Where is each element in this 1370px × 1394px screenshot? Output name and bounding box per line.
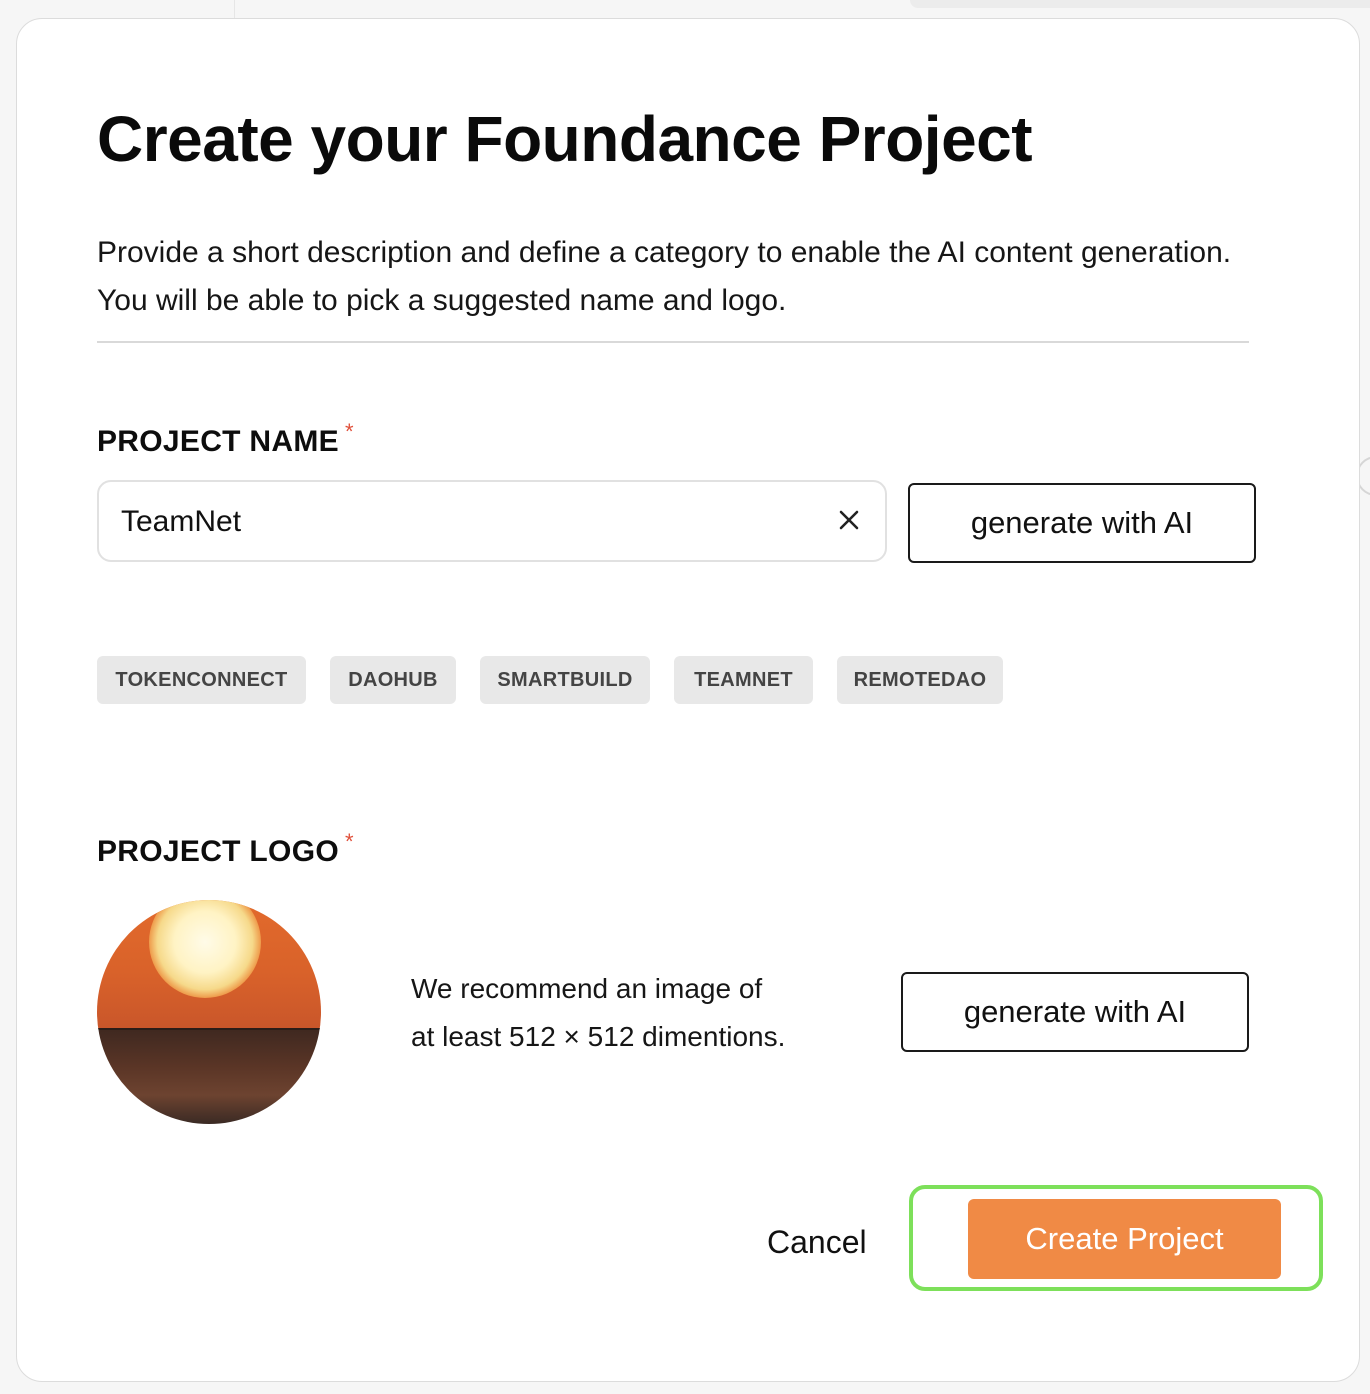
generate-name-button[interactable]: generate with AI	[908, 483, 1256, 563]
create-project-button[interactable]: Create Project	[968, 1199, 1281, 1279]
close-icon[interactable]	[833, 504, 865, 536]
background-divider	[234, 0, 235, 18]
project-name-field	[97, 480, 887, 562]
suggestion-chip[interactable]: REMOTEDAO	[837, 656, 1003, 704]
logo-recommendation: We recommend an image of at least 512 × …	[411, 965, 851, 1061]
project-name-label-text: PROJECT NAME	[97, 425, 339, 458]
create-project-modal: Create your Foundance Project Provide a …	[16, 18, 1360, 1382]
suggestion-chip[interactable]: DAOHUB	[330, 656, 456, 704]
recommendation-line: at least 512 × 512 dimentions.	[411, 1021, 786, 1052]
suggestion-chip[interactable]: SMARTBUILD	[480, 656, 650, 704]
suggestion-chip[interactable]: TEAMNET	[674, 656, 813, 704]
project-name-input[interactable]	[119, 482, 803, 562]
background-bar	[910, 0, 1370, 8]
project-logo-label: PROJECT LOGO *	[97, 829, 354, 869]
modal-description: Provide a short description and define a…	[97, 236, 1232, 317]
recommendation-line: We recommend an image of	[411, 973, 763, 1004]
project-name-label: PROJECT NAME *	[97, 419, 354, 459]
divider	[97, 341, 1249, 343]
cancel-button[interactable]: Cancel	[753, 1215, 889, 1269]
required-marker: *	[344, 829, 354, 854]
project-logo-image[interactable]	[97, 900, 321, 1124]
suggestion-chip[interactable]: TOKENCONNECT	[97, 656, 306, 704]
generate-logo-button[interactable]: generate with AI	[901, 972, 1249, 1052]
modal-title: Create your Foundance Project	[97, 103, 1033, 175]
required-marker: *	[344, 419, 354, 444]
project-logo-label-text: PROJECT LOGO	[97, 835, 339, 868]
